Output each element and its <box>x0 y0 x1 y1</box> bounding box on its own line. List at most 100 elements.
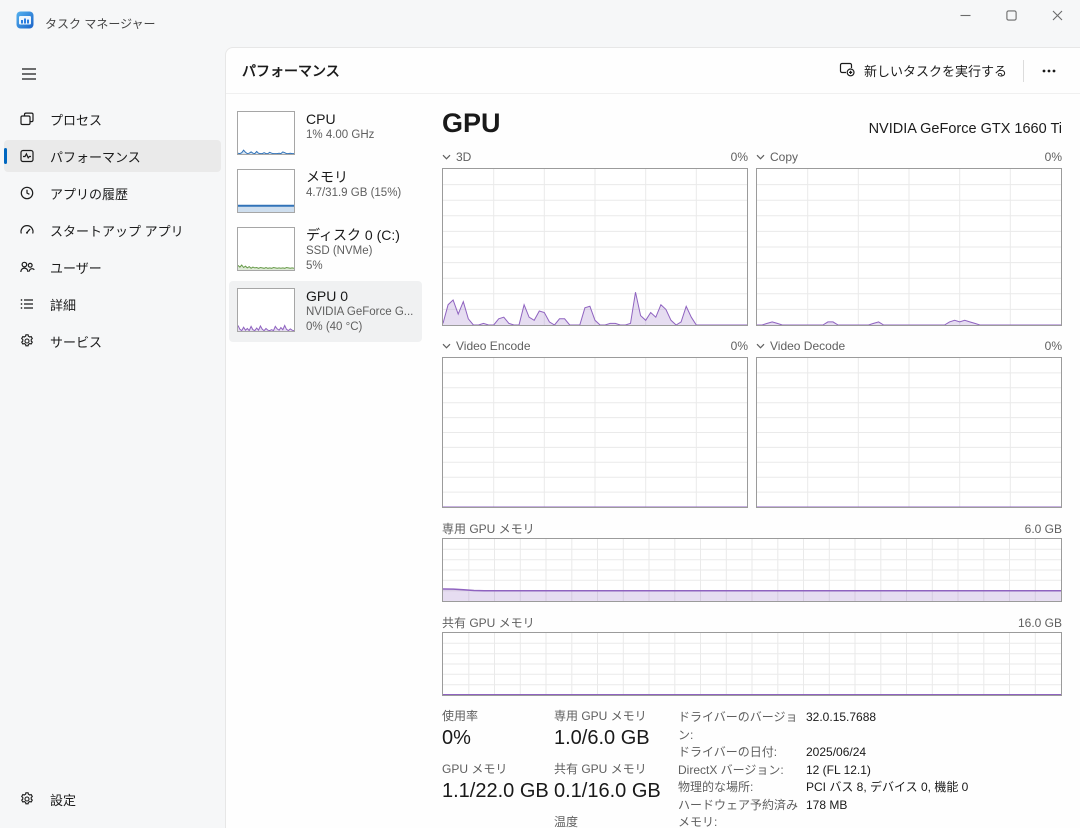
device-subtitle: 0% (40 °C) <box>306 320 413 335</box>
driver-info-value: 12 (FL 12.1) <box>806 762 871 780</box>
sidebar-item-label: スタートアップ アプリ <box>50 221 184 240</box>
driver-info: ドライバーのバージョン: 32.0.15.7688 ドライバーの日付: 2025… <box>676 709 1062 828</box>
users-icon <box>18 259 35 276</box>
sidebar-item-performance[interactable]: パフォーマンス <box>4 140 221 172</box>
run-new-task-button[interactable]: 新しいタスクを実行する <box>829 55 1017 86</box>
new-task-icon <box>839 61 855 80</box>
titlebar: タスク マネージャー <box>0 0 1080 47</box>
device-title: メモリ <box>306 169 401 186</box>
sidebar-item-settings[interactable]: 設定 <box>4 783 217 815</box>
chart-section-3d: 3D 0% <box>442 146 748 326</box>
maximize-button[interactable] <box>988 0 1034 31</box>
sidebar-item-startup-apps[interactable]: スタートアップ アプリ <box>4 214 221 246</box>
gear-icon <box>18 791 35 808</box>
sidebar-item-label: ユーザー <box>50 258 102 277</box>
device-item-disk0[interactable]: ディスク 0 (C:) SSD (NVMe) 5% <box>229 220 422 281</box>
chart-video-encode <box>442 357 748 508</box>
device-subtitle: NVIDIA GeForce G... <box>306 305 413 320</box>
memory-chart-label: 専用 GPU メモリ <box>442 520 535 537</box>
chart-copy <box>756 168 1062 326</box>
device-item-memory[interactable]: メモリ 4.7/31.9 GB (15%) <box>229 162 422 220</box>
close-button[interactable] <box>1034 0 1080 31</box>
chart-section-toggle[interactable]: Video Decode <box>756 339 845 353</box>
device-subtitle: 5% <box>306 259 400 274</box>
memory-mini-chart <box>237 169 295 213</box>
device-item-gpu0[interactable]: GPU 0 NVIDIA GeForce G... 0% (40 °C) <box>229 281 422 342</box>
sidebar: プロセス パフォーマンス アプリの履歴 <box>0 47 225 828</box>
menu-toggle-button[interactable] <box>10 57 48 91</box>
memory-chart-label: 共有 GPU メモリ <box>442 614 535 631</box>
sidebar-item-processes[interactable]: プロセス <box>4 103 221 135</box>
memory-chart-capacity: 16.0 GB <box>1018 616 1062 630</box>
chevron-down-icon <box>442 343 451 349</box>
chart-current-value: 0% <box>731 150 748 164</box>
chevron-down-icon <box>442 154 451 160</box>
device-title: CPU <box>306 111 374 128</box>
gpu-stats: 使用率 0% GPU メモリ 1.1/22.0 GB 専用 GPU メモリ 1.… <box>442 709 1062 828</box>
stat-label: GPU メモリ <box>442 762 554 777</box>
sidebar-settings: 設定 <box>4 783 217 820</box>
chart-label: Video Encode <box>456 339 531 353</box>
services-gear-icon <box>18 333 35 350</box>
sidebar-item-label: 設定 <box>50 790 76 809</box>
driver-info-value: PCI バス 8, デバイス 0, 機能 0 <box>806 779 968 797</box>
chart-label: Video Decode <box>770 339 845 353</box>
stat-label: 使用率 <box>442 709 554 724</box>
driver-info-label: ハードウェア予約済みメモリ: <box>678 797 806 828</box>
device-subtitle: 1% 4.00 GHz <box>306 128 374 143</box>
toolbar-divider <box>1023 60 1024 82</box>
gpu-title: GPU <box>442 106 501 140</box>
driver-info-label: ドライバーの日付: <box>678 744 806 762</box>
chart-section-toggle[interactable]: Video Encode <box>442 339 531 353</box>
list-icon <box>18 296 35 313</box>
window-title: タスク マネージャー <box>45 13 156 32</box>
driver-info-row: ハードウェア予約済みメモリ: 178 MB <box>678 797 1062 828</box>
memory-chart-capacity: 6.0 GB <box>1025 522 1062 536</box>
driver-info-row: ドライバーの日付: 2025/06/24 <box>678 744 1062 762</box>
page-title: パフォーマンス <box>242 61 340 81</box>
driver-info-value: 32.0.15.7688 <box>806 709 876 744</box>
chart-section-video-encode: Video Encode 0% <box>442 335 748 508</box>
sidebar-item-details[interactable]: 詳細 <box>4 288 221 320</box>
dedicated-memory-section: 専用 GPU メモリ 6.0 GB <box>442 519 1062 602</box>
main-panel: パフォーマンス 新しいタスクを実行する <box>225 47 1080 828</box>
chart-current-value: 0% <box>1045 339 1062 353</box>
chevron-down-icon <box>756 154 765 160</box>
stat-value: 0% <box>442 726 554 751</box>
shared-memory-section: 共有 GPU メモリ 16.0 GB <box>442 613 1062 696</box>
performance-device-list: CPU 1% 4.00 GHz メモリ 4.7/31.9 GB (15%) ディ… <box>229 104 422 828</box>
history-clock-icon <box>18 185 35 202</box>
sidebar-item-label: パフォーマンス <box>50 147 141 166</box>
chart-shared-memory <box>442 632 1062 696</box>
sidebar-nav: プロセス パフォーマンス アプリの履歴 <box>0 103 225 362</box>
stat-label: 共有 GPU メモリ <box>554 762 676 777</box>
page-header: パフォーマンス 新しいタスクを実行する <box>226 48 1080 94</box>
chart-current-value: 0% <box>1045 150 1062 164</box>
sidebar-item-services[interactable]: サービス <box>4 325 221 357</box>
cpu-mini-chart <box>237 111 295 155</box>
device-title: ディスク 0 (C:) <box>306 227 400 244</box>
driver-info-row: 物理的な場所: PCI バス 8, デバイス 0, 機能 0 <box>678 779 1062 797</box>
driver-info-label: 物理的な場所: <box>678 779 806 797</box>
chart-section-toggle[interactable]: 3D <box>442 150 471 164</box>
app-icon <box>16 11 34 34</box>
chart-video-decode <box>756 357 1062 508</box>
performance-icon <box>18 148 35 165</box>
chart-label: Copy <box>770 150 798 164</box>
sidebar-item-label: サービス <box>50 332 102 351</box>
more-options-button[interactable] <box>1030 63 1068 79</box>
driver-info-row: ドライバーのバージョン: 32.0.15.7688 <box>678 709 1062 744</box>
chart-dedicated-memory <box>442 538 1062 602</box>
minimize-button[interactable] <box>942 0 988 31</box>
sidebar-item-users[interactable]: ユーザー <box>4 251 221 283</box>
driver-info-label: ドライバーのバージョン: <box>678 709 806 744</box>
stat-value: 1.1/22.0 GB <box>442 779 554 804</box>
driver-info-value: 178 MB <box>806 797 847 828</box>
stat-label: 専用 GPU メモリ <box>554 709 676 724</box>
disk-mini-chart <box>237 227 295 271</box>
device-item-cpu[interactable]: CPU 1% 4.00 GHz <box>229 104 422 162</box>
stat-value: 1.0/6.0 GB <box>554 726 676 751</box>
sidebar-item-app-history[interactable]: アプリの履歴 <box>4 177 221 209</box>
chart-section-toggle[interactable]: Copy <box>756 150 798 164</box>
stat-value: 0.1/16.0 GB <box>554 779 676 804</box>
